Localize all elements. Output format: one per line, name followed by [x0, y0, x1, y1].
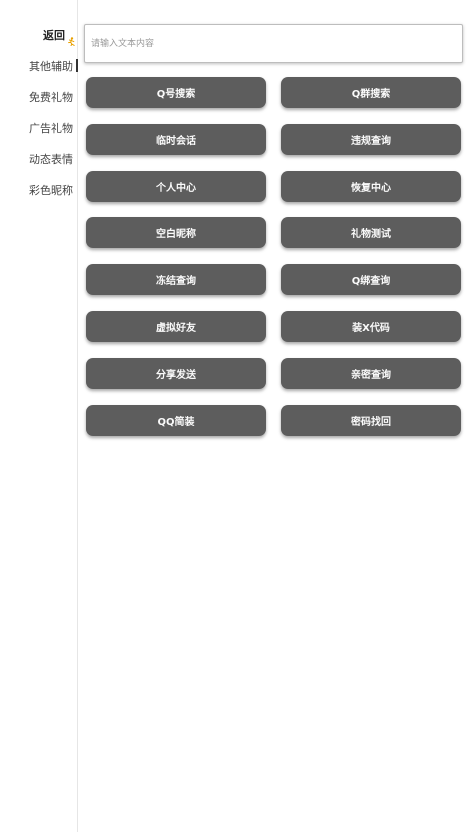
running-figure-icon — [67, 31, 76, 46]
blank-nickname-button[interactable]: 空白昵称 — [86, 217, 266, 248]
sidebar-item-label: 免费礼物 — [29, 91, 73, 104]
q-binding-query-button[interactable]: Q绑查询 — [281, 264, 461, 295]
sidebar-item-free-gifts[interactable]: 免费礼物 — [0, 88, 78, 106]
gift-test-button[interactable]: 礼物测试 — [281, 217, 461, 248]
sidebar-item-label: 动态表情 — [29, 153, 73, 166]
sidebar: 返回 其他辅助 免费礼物 广告礼物 动态表情 彩色昵称 — [0, 0, 78, 832]
sidebar-item-label: 其他辅助 — [29, 60, 73, 73]
qq-number-search-button[interactable]: Q号搜索 — [86, 77, 266, 108]
sidebar-item-color-nickname[interactable]: 彩色昵称 — [0, 181, 78, 199]
temp-chat-button[interactable]: 临时会话 — [86, 124, 266, 155]
sidebar-item-other-tools[interactable]: 其他辅助 — [0, 57, 78, 75]
back-label: 返回 — [43, 29, 65, 42]
back-button[interactable]: 返回 — [0, 26, 78, 46]
qq-group-search-button[interactable]: Q群搜索 — [281, 77, 461, 108]
qq-lite-button[interactable]: QQ简装 — [86, 405, 266, 436]
intimacy-query-button[interactable]: 亲密查询 — [281, 358, 461, 389]
personal-center-button[interactable]: 个人中心 — [86, 171, 266, 202]
freeze-query-button[interactable]: 冻结查询 — [86, 264, 266, 295]
app-root: 返回 其他辅助 免费礼物 广告礼物 动态表情 彩色昵称 Q号搜索 Q群搜索 临 — [0, 0, 468, 832]
password-recovery-button[interactable]: 密码找回 — [281, 405, 461, 436]
violation-query-button[interactable]: 违规查询 — [281, 124, 461, 155]
share-send-button[interactable]: 分享发送 — [86, 358, 266, 389]
show-off-code-button[interactable]: 装X代码 — [281, 311, 461, 342]
virtual-friend-button[interactable]: 虚拟好友 — [86, 311, 266, 342]
recovery-center-button[interactable]: 恢复中心 — [281, 171, 461, 202]
sidebar-item-animated-emoji[interactable]: 动态表情 — [0, 150, 78, 168]
sidebar-item-label: 彩色昵称 — [29, 184, 73, 197]
search-input[interactable] — [84, 24, 463, 63]
sidebar-item-ad-gifts[interactable]: 广告礼物 — [0, 119, 78, 137]
sidebar-item-label: 广告礼物 — [29, 122, 73, 135]
